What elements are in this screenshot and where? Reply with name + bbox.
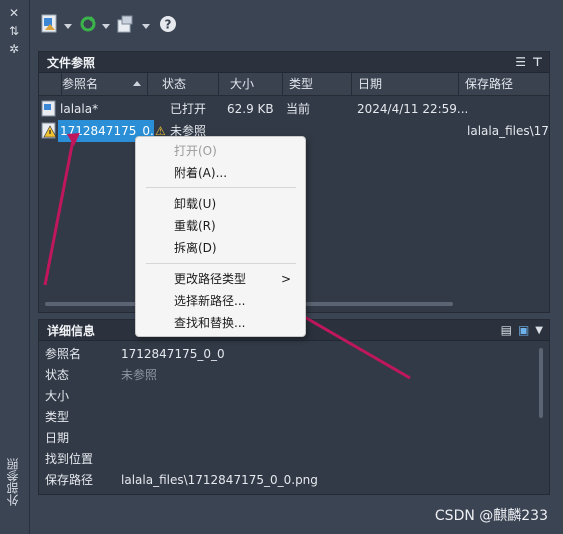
autohide-icon[interactable]: ⇅ xyxy=(7,24,21,38)
refresh-icon xyxy=(80,16,96,32)
preview-icon[interactable]: ▣ xyxy=(518,323,529,337)
chevron-down-icon[interactable]: ▼ xyxy=(535,325,543,337)
menu-item-find-replace[interactable]: 查找和替换... xyxy=(136,312,305,334)
attach-dwg-button[interactable] xyxy=(40,14,72,38)
size: 62.9 KB xyxy=(227,102,274,116)
col-date[interactable]: 日期 xyxy=(352,73,459,95)
change-path-button[interactable] xyxy=(116,14,150,38)
menu-item-unload[interactable]: 卸载(U) xyxy=(136,193,305,215)
close-icon[interactable]: ✕ xyxy=(7,6,21,20)
panel-title: 文件参照 xyxy=(47,55,96,70)
sort-icon xyxy=(133,81,141,86)
menu-item-select-new-path[interactable]: 选择新路径... xyxy=(136,290,305,312)
detail-ref-name[interactable]: 1712847175_0_0 xyxy=(121,344,225,365)
col-save-path[interactable]: 保存路径 xyxy=(459,73,549,95)
date: 2024/4/11 22:59... xyxy=(357,102,467,116)
col-size[interactable]: 大小 xyxy=(224,73,283,95)
palette-title: 外部参照 xyxy=(6,458,20,506)
type: 当前 xyxy=(286,102,311,116)
details-panel: 详细信息 ▤ ▣ ▼ 参照名 1712847175_0_0 状态 未参照 大小 … xyxy=(38,319,550,495)
menu-item-attach[interactable]: 附着(A)... xyxy=(136,162,305,184)
image-warning-icon xyxy=(41,120,57,142)
menu-item-detach[interactable]: 拆离(D) xyxy=(136,237,305,259)
status: 已打开 xyxy=(170,102,207,116)
details-title: 详细信息 xyxy=(47,323,96,338)
chevron-right-icon: > xyxy=(280,272,291,286)
vertical-scrollbar[interactable] xyxy=(539,348,543,418)
file-references-header: 文件参照 ☰ ⊤ xyxy=(39,52,549,73)
watermark: CSDN @麒麟233 xyxy=(434,508,548,524)
dwg-file-icon xyxy=(41,98,57,120)
attach-dwg-icon xyxy=(41,14,57,33)
column-header: 参照名 状态 大小 类型 日期 保存路径 xyxy=(39,73,549,96)
ref-name: lalala* xyxy=(60,102,99,116)
help-button[interactable]: ? xyxy=(158,14,180,38)
save-path: lalala_files\171 xyxy=(467,124,549,138)
context-menu: 打开(O) 附着(A)... 卸载(U) 重载(R) 拆离(D) 更改路径类型 … xyxy=(135,136,306,337)
details-view-icon[interactable]: ▤ xyxy=(501,323,512,337)
menu-item-open[interactable]: 打开(O) xyxy=(136,140,305,162)
properties-icon[interactable]: ✲ xyxy=(7,42,21,56)
help-icon: ? xyxy=(160,16,176,32)
svg-text:?: ? xyxy=(165,18,172,32)
menu-item-reload[interactable]: 重载(R) xyxy=(136,215,305,237)
palette-sidebar: ✕ ⇅ ✲ 外部参照 xyxy=(0,0,30,534)
col-status[interactable]: 状态 xyxy=(148,73,219,95)
tree-view-icon[interactable]: ⊤ xyxy=(532,55,543,69)
menu-separator xyxy=(146,187,296,188)
detail-save-path[interactable]: lalala_files\1712847175_0_0.png xyxy=(121,470,318,491)
path-icon xyxy=(117,15,133,33)
table-row[interactable]: lalala* 已打开 62.9 KB 当前 2024/4/11 22:59..… xyxy=(39,98,549,120)
list-view-icon[interactable]: ☰ xyxy=(515,55,526,69)
menu-item-change-path-type[interactable]: 更改路径类型 xyxy=(136,268,305,290)
detail-status: 未参照 xyxy=(121,368,158,382)
refresh-button[interactable] xyxy=(78,14,110,38)
menu-separator xyxy=(146,263,296,264)
col-type[interactable]: 类型 xyxy=(283,73,352,95)
